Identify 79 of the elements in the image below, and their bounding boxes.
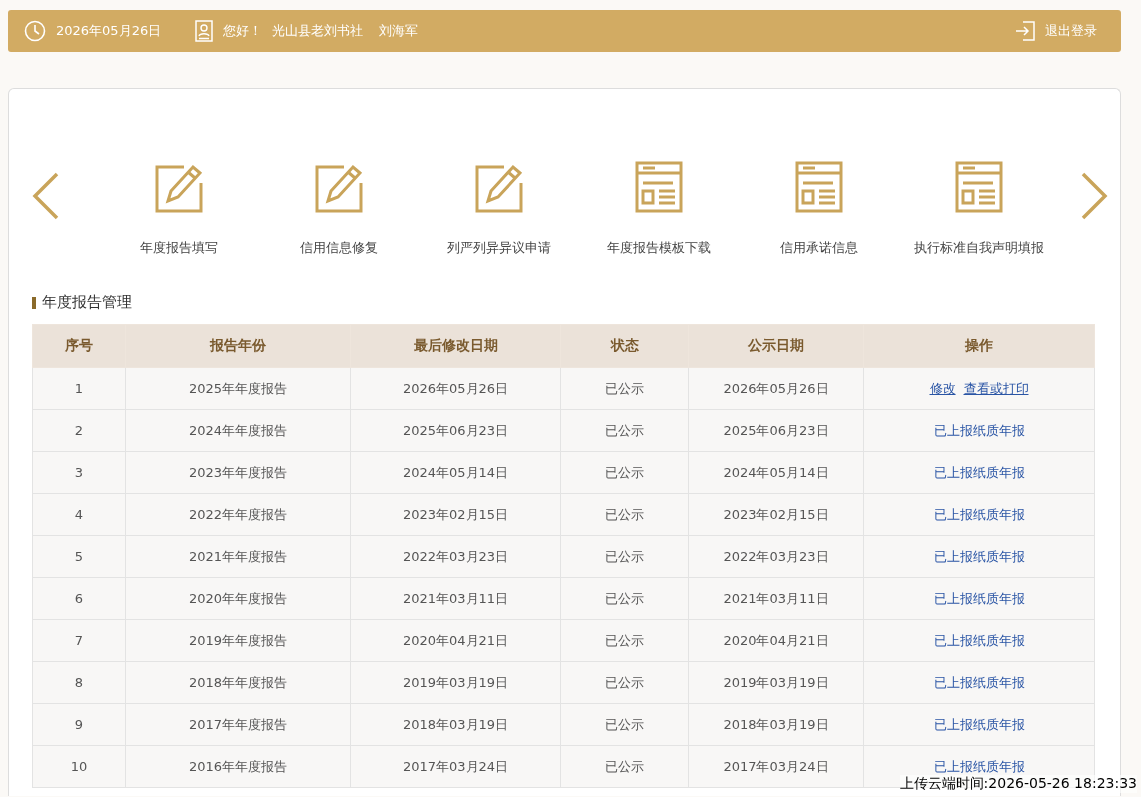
table-cell: 2019年03月19日 bbox=[350, 661, 561, 704]
table-cell: 2024年05月14日 bbox=[688, 451, 864, 494]
table-cell: 已公示 bbox=[560, 493, 689, 536]
table-cell: 9 bbox=[32, 703, 126, 746]
table-cell: 2017年03月24日 bbox=[688, 745, 864, 788]
table-cell: 2019年年度报告 bbox=[125, 619, 351, 662]
table-cell: 2017年03月24日 bbox=[350, 745, 561, 788]
table-cell: 已公示 bbox=[560, 661, 689, 704]
table-cell: 2023年年度报告 bbox=[125, 451, 351, 494]
table-cell: 6 bbox=[32, 577, 126, 620]
table-cell: 已公示 bbox=[560, 577, 689, 620]
table-cell: 2022年03月23日 bbox=[350, 535, 561, 578]
table-cell: 2018年年度报告 bbox=[125, 661, 351, 704]
action-link[interactable]: 已上报纸质年报 bbox=[933, 464, 1025, 480]
column-header: 序号 bbox=[32, 324, 126, 368]
table-cell: 2021年03月11日 bbox=[688, 577, 864, 620]
table-cell: 5 bbox=[32, 535, 126, 578]
table-cell: 3 bbox=[32, 451, 126, 494]
table-cell: 10 bbox=[32, 745, 126, 788]
shortcut-label[interactable]: 信用信息修复 bbox=[300, 239, 378, 257]
upload-timestamp: 上传云端时间:2026-05-26 18:23:33 bbox=[899, 775, 1137, 793]
table-cell: 已公示 bbox=[560, 745, 689, 788]
table-cell: 2021年03月11日 bbox=[350, 577, 561, 620]
action-link[interactable]: 已上报纸质年报 bbox=[933, 506, 1025, 522]
table-cell: 2023年02月15日 bbox=[350, 493, 561, 536]
table-cell: 2021年年度报告 bbox=[125, 535, 351, 578]
table-cell: 已公示 bbox=[560, 619, 689, 662]
column-header: 状态 bbox=[560, 324, 689, 368]
table-cell: 2023年02月15日 bbox=[688, 493, 864, 536]
table-cell: 2018年03月19日 bbox=[688, 703, 864, 746]
table-cell: 已公示 bbox=[560, 409, 689, 452]
column-header: 最后修改日期 bbox=[350, 324, 561, 368]
table-cell: 8 bbox=[32, 661, 126, 704]
table-cell: 2024年05月14日 bbox=[350, 451, 561, 494]
action-link[interactable]: 已上报纸质年报 bbox=[933, 590, 1025, 606]
action-link[interactable]: 查看或打印 bbox=[963, 380, 1029, 396]
action-link[interactable]: 已上报纸质年报 bbox=[933, 632, 1025, 648]
table-cell: 2022年年度报告 bbox=[125, 493, 351, 536]
column-header: 报告年份 bbox=[125, 324, 351, 368]
table-cell: 2024年年度报告 bbox=[125, 409, 351, 452]
shortcut-label[interactable]: 执行标准自我声明填报 bbox=[914, 239, 1044, 257]
shortcut-label[interactable]: 年度报告填写 bbox=[140, 239, 218, 257]
column-header: 公示日期 bbox=[688, 324, 864, 368]
table-cell: 2018年03月19日 bbox=[350, 703, 561, 746]
action-link[interactable]: 已上报纸质年报 bbox=[933, 758, 1025, 774]
table-cell: 2020年年度报告 bbox=[125, 577, 351, 620]
table-cell: 7 bbox=[32, 619, 126, 662]
table-cell: 2026年05月26日 bbox=[688, 367, 864, 410]
user-name: 刘海军 bbox=[379, 22, 419, 40]
shortcut-label[interactable]: 信用承诺信息 bbox=[780, 239, 858, 257]
table-cell: 已公示 bbox=[560, 535, 689, 578]
section-title: 年度报告管理 bbox=[42, 293, 132, 312]
action-link[interactable]: 已上报纸质年报 bbox=[933, 674, 1025, 690]
action-link[interactable]: 已上报纸质年报 bbox=[933, 548, 1025, 564]
greeting-text: 您好！ bbox=[223, 22, 263, 40]
table-cell: 已公示 bbox=[560, 703, 689, 746]
action-link[interactable]: 修改 bbox=[929, 380, 956, 396]
table-cell: 2022年03月23日 bbox=[688, 535, 864, 578]
table-cell: 已公示 bbox=[560, 451, 689, 494]
action-link[interactable]: 已上报纸质年报 bbox=[933, 422, 1025, 438]
table-cell: 2025年年度报告 bbox=[125, 367, 351, 410]
table-cell: 2017年年度报告 bbox=[125, 703, 351, 746]
table-cell: 2019年03月19日 bbox=[688, 661, 864, 704]
table-cell: 4 bbox=[32, 493, 126, 536]
table-cell: 2016年年度报告 bbox=[125, 745, 351, 788]
action-link[interactable]: 已上报纸质年报 bbox=[933, 716, 1025, 732]
column-header: 操作 bbox=[863, 324, 1095, 368]
table-cell: 2020年04月21日 bbox=[350, 619, 561, 662]
table-cell: 2 bbox=[32, 409, 126, 452]
date-text: 2026年05月26日 bbox=[56, 22, 162, 40]
table-cell: 2025年06月23日 bbox=[688, 409, 864, 452]
table-cell: 2026年05月26日 bbox=[350, 367, 561, 410]
table-cell: 已公示 bbox=[560, 367, 689, 410]
shortcut-label[interactable]: 列严列异异议申请 bbox=[447, 239, 551, 257]
shortcut-label[interactable]: 年度报告模板下载 bbox=[607, 239, 711, 257]
table-cell: 1 bbox=[32, 367, 126, 410]
table-cell: 2020年04月21日 bbox=[688, 619, 864, 662]
org-name: 光山县老刘书社 bbox=[272, 22, 364, 40]
table-cell: 2025年06月23日 bbox=[350, 409, 561, 452]
